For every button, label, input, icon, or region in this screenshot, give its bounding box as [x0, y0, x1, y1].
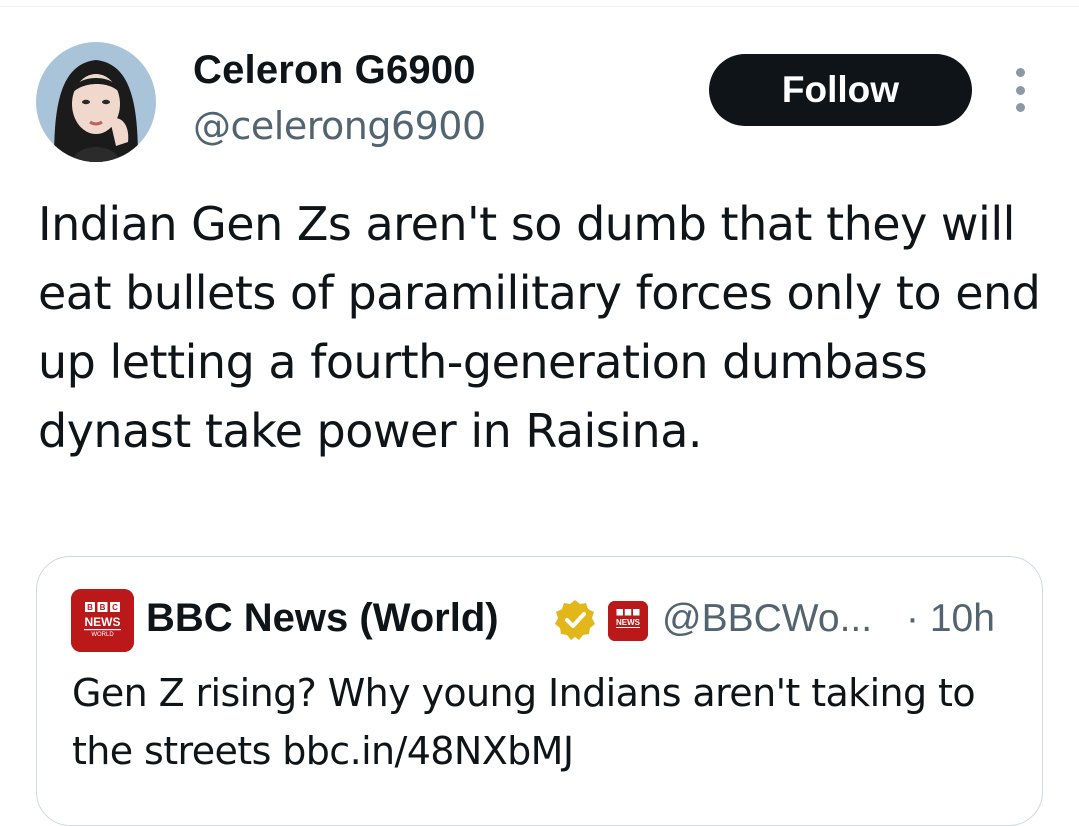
- top-divider: [0, 6, 1079, 7]
- logo-underline: [84, 629, 121, 631]
- bbc-news-logo-image: B B C NEWS WORLD: [71, 589, 134, 652]
- logo-letter: B: [87, 603, 93, 612]
- quoted-timestamp[interactable]: · 10h: [906, 597, 995, 641]
- follow-button[interactable]: Follow: [709, 54, 972, 126]
- logo-word-world: WORLD: [91, 632, 114, 638]
- quoted-author-display-name[interactable]: BBC News (World): [146, 596, 499, 641]
- logo-letter: B: [100, 603, 106, 612]
- logo-letter: C: [112, 603, 118, 612]
- bbc-news-logo[interactable]: B B C NEWS WORLD: [71, 589, 134, 652]
- more-vertical-icon[interactable]: [1006, 68, 1034, 112]
- more-dot: [1015, 68, 1025, 77]
- author-display-name[interactable]: Celeron G6900: [193, 48, 476, 93]
- logo-word-news: NEWS: [85, 615, 121, 629]
- bbc-affiliate-badge-icon[interactable]: NEWS: [608, 601, 648, 641]
- affiliate-word-news: NEWS: [616, 618, 641, 627]
- verified-badge-shape: [555, 600, 595, 640]
- quoted-tweet-text: Gen Z rising? Why young Indians aren't t…: [72, 671, 976, 773]
- avatar-image: [36, 42, 156, 162]
- quoted-author-handle[interactable]: @BBCWo...: [662, 597, 872, 641]
- author-handle[interactable]: @celerong6900: [193, 104, 486, 148]
- gold-verified-badge-icon[interactable]: [553, 598, 597, 642]
- affiliate-badge-image: NEWS: [608, 601, 648, 641]
- tweet-text: Indian Gen Zs aren't so dumb that they w…: [38, 197, 1041, 458]
- more-dot: [1015, 103, 1025, 112]
- more-dot: [1015, 85, 1025, 95]
- affiliate-underline: [616, 627, 640, 628]
- author-avatar[interactable]: [36, 42, 156, 162]
